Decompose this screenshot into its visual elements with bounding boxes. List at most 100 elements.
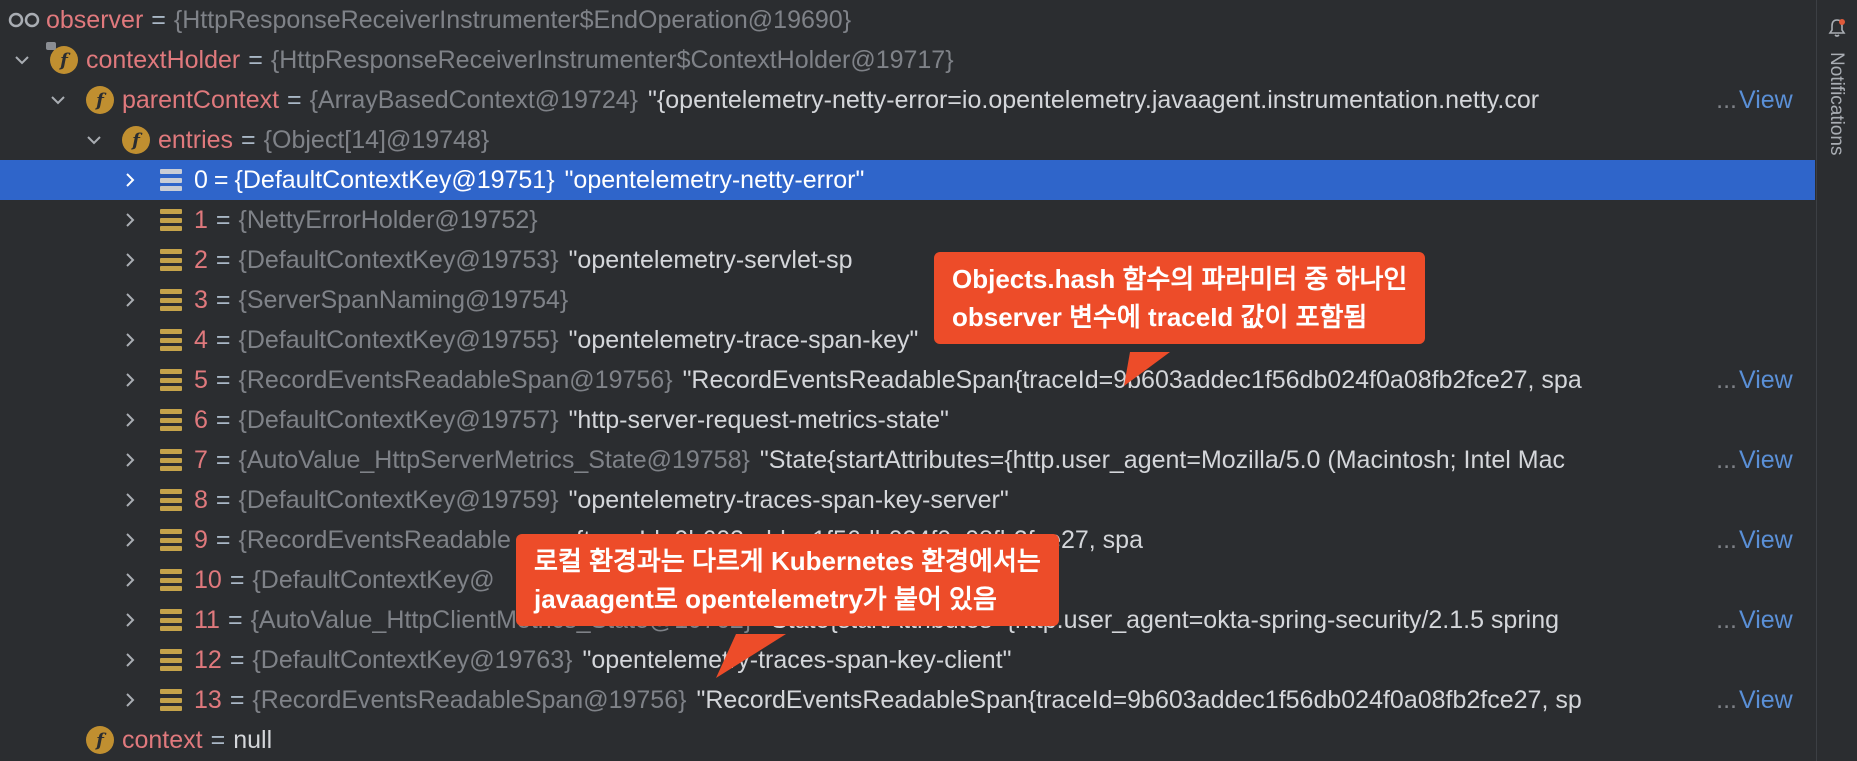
entry-index: 9 [194, 525, 208, 554]
chevron-right-icon[interactable] [120, 680, 140, 720]
object-reference: {RecordEventsReadableSpan@19756} [252, 685, 687, 714]
entry-index: 7 [194, 445, 208, 474]
equals-sign: = [213, 165, 229, 194]
callout-line: javaagent로 opentelemetry가 붙어 있음 [534, 584, 997, 614]
array-entry-row[interactable]: 6 = {DefaultContextKey@19757} "http-serv… [0, 400, 1815, 440]
ellipsis: ... [1714, 80, 1737, 120]
array-entry-row[interactable]: 3 = {ServerSpanNaming@19754} [0, 280, 1815, 320]
equals-sign: = [248, 45, 263, 74]
equals-sign: = [215, 245, 231, 274]
array-element-icon [160, 489, 182, 511]
array-entry-row[interactable]: 5 = {RecordEventsReadableSpan@19756} "Re… [0, 360, 1815, 400]
notifications-tab-label[interactable]: Notifications [1825, 52, 1847, 156]
variable-row-contextholder[interactable]: f contextHolder = {HttpResponseReceiverI… [0, 40, 1815, 80]
annotation-callout-top: Objects.hash 함수의 파라미터 중 하나인 observer 변수에… [934, 252, 1426, 386]
chevron-down-icon[interactable] [84, 120, 104, 160]
array-entry-row[interactable]: 8 = {DefaultContextKey@19759} "opentelem… [0, 480, 1815, 520]
ellipsis: ... [1714, 440, 1737, 480]
chevron-right-icon[interactable] [120, 560, 140, 600]
array-element-icon [160, 329, 182, 351]
array-entry-row[interactable]: 4 = {DefaultContextKey@19755} "opentelem… [0, 320, 1815, 360]
callout-line: Objects.hash 함수의 파라미터 중 하나인 [952, 264, 1408, 294]
equals-sign: = [215, 205, 231, 234]
annotation-callout-bottom: 로컬 환경과는 다르게 Kubernetes 환경에서는 javaagent로 … [516, 534, 1059, 678]
view-link[interactable]: View [1735, 600, 1815, 640]
chevron-right-icon[interactable] [120, 200, 140, 240]
entry-index: 0 [194, 165, 208, 194]
array-entry-row[interactable]: 0 = {DefaultContextKey@19751} "opentelem… [0, 160, 1815, 200]
view-link[interactable]: View [1735, 440, 1815, 480]
equals-sign: = [215, 445, 231, 474]
entry-index: 10 [194, 565, 222, 594]
array-element-icon [160, 449, 182, 471]
chevron-right-icon[interactable] [120, 320, 140, 360]
chevron-right-icon[interactable] [120, 360, 140, 400]
array-element-icon [160, 609, 182, 631]
view-link[interactable]: View [1735, 520, 1815, 560]
array-entry-row[interactable]: 2 = {DefaultContextKey@19753} "opentelem… [0, 240, 1815, 280]
object-reference: {DefaultContextKey@19755} [238, 325, 559, 354]
object-reference: {HttpResponseReceiverInstrumenter$EndOpe… [173, 5, 852, 34]
variable-name: entries [158, 125, 234, 154]
chevron-right-icon[interactable] [120, 400, 140, 440]
string-value: "RecordEventsReadableSpan{traceId=9b603a… [696, 685, 1582, 714]
object-reference: {Object[14]@19748} [263, 125, 490, 154]
object-reference: {NettyErrorHolder@19752} [238, 205, 538, 234]
field-icon: f [86, 86, 114, 114]
array-entry-row[interactable]: 13 = {RecordEventsReadableSpan@19756} "R… [0, 680, 1815, 720]
equals-sign: = [151, 5, 166, 34]
watch-glasses-icon [8, 12, 40, 28]
entry-index: 2 [194, 245, 208, 274]
variable-name: parentContext [122, 85, 280, 114]
object-reference: {HttpResponseReceiverInstrumenter$Contex… [270, 45, 954, 74]
view-link[interactable]: View [1735, 680, 1815, 720]
bell-icon[interactable] [1827, 18, 1847, 38]
chevron-right-icon[interactable] [120, 480, 140, 520]
string-value: "opentelemetry-netty-error" [564, 165, 865, 194]
callout-line: 로컬 환경과는 다르게 Kubernetes 환경에서는 [534, 546, 1041, 576]
array-entry-row[interactable]: 12 = {DefaultContextKey@19763} "opentele… [0, 640, 1815, 680]
chevron-right-icon[interactable] [120, 640, 140, 680]
variable-row-observer[interactable]: observer = {HttpResponseReceiverInstrume… [0, 0, 1815, 40]
chevron-right-icon[interactable] [120, 240, 140, 280]
object-reference: {DefaultContextKey@19753} [238, 245, 559, 274]
variable-row-context[interactable]: f context = null [0, 720, 1815, 760]
callout-pointer [1124, 352, 1170, 386]
array-element-icon [160, 649, 182, 671]
ellipsis: ... [1714, 360, 1737, 400]
field-icon: f [86, 726, 114, 754]
field-icon: f [46, 42, 78, 74]
variable-row-parentcontext[interactable]: f parentContext = {ArrayBasedContext@197… [0, 80, 1815, 120]
chevron-right-icon[interactable] [120, 280, 140, 320]
object-reference: {ArrayBasedContext@19724} [309, 85, 639, 114]
equals-sign: = [229, 565, 245, 594]
array-entry-row[interactable]: 1 = {NettyErrorHolder@19752} [0, 200, 1815, 240]
array-element-icon [160, 369, 182, 391]
variable-row-entries[interactable]: f entries = {Object[14]@19748} [0, 120, 1815, 160]
entry-index: 13 [194, 685, 222, 714]
string-value: "opentelemetry-traces-span-key-client" [582, 645, 1012, 674]
string-value: "{opentelemetry-netty-error=io.opentelem… [648, 85, 1540, 114]
equals-sign: = [215, 365, 231, 394]
variable-name: contextHolder [86, 45, 241, 74]
object-reference: {ServerSpanNaming@19754} [238, 285, 569, 314]
equals-sign: = [229, 645, 245, 674]
array-element-icon [160, 529, 182, 551]
chevron-right-icon[interactable] [120, 440, 140, 480]
string-value: "opentelemetry-trace-span-key" [568, 325, 919, 354]
chevron-right-icon[interactable] [120, 520, 140, 560]
chevron-down-icon[interactable] [48, 80, 68, 120]
view-link[interactable]: View [1735, 80, 1815, 120]
chevron-right-icon[interactable] [120, 600, 140, 640]
string-value: "opentelemetry-servlet-sp [568, 245, 853, 274]
object-reference: {DefaultContextKey@19763} [252, 645, 573, 674]
chevron-down-icon[interactable] [12, 40, 32, 80]
entry-index: 5 [194, 365, 208, 394]
equals-sign: = [287, 85, 302, 114]
view-link[interactable]: View [1735, 360, 1815, 400]
entry-index: 3 [194, 285, 208, 314]
array-element-icon [160, 289, 182, 311]
array-entry-row[interactable]: 7 = {AutoValue_HttpServerMetrics_State@1… [0, 440, 1815, 480]
ellipsis: ... [1714, 680, 1737, 720]
chevron-right-icon[interactable] [120, 160, 140, 200]
